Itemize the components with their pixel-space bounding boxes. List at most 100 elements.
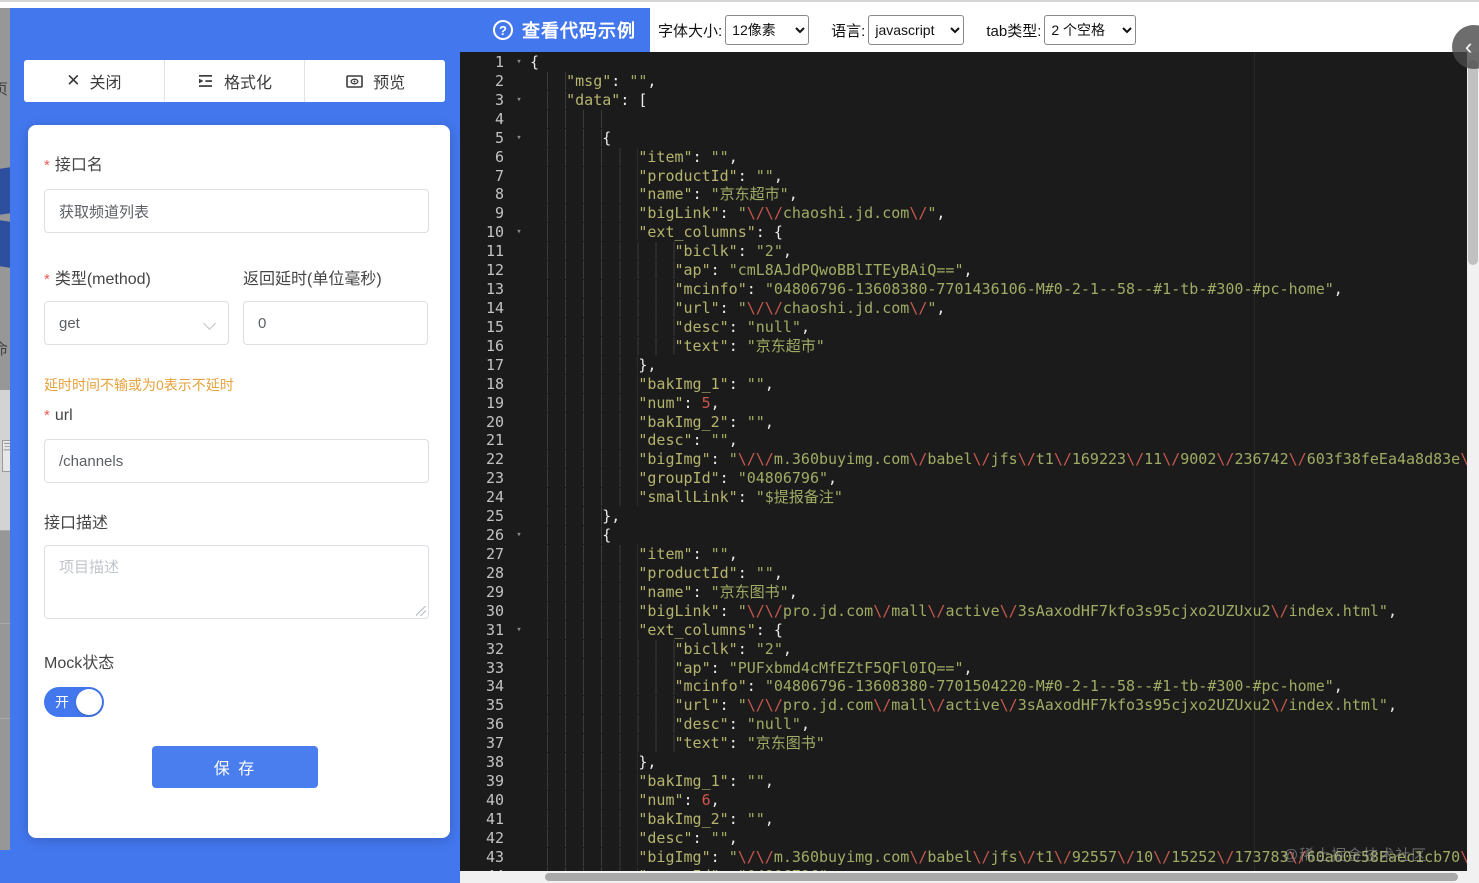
code-text[interactable]: { bbox=[530, 128, 1467, 148]
code-line[interactable]: 27 "item": "", bbox=[460, 544, 1467, 564]
font-size-select[interactable]: 12像素 bbox=[725, 15, 810, 45]
close-button[interactable]: ✕ 关闭 bbox=[24, 60, 164, 102]
horizontal-scrollbar[interactable] bbox=[460, 871, 1467, 883]
code-text[interactable]: "ext_columns": { bbox=[530, 620, 1467, 640]
code-line[interactable]: 1 ▾{ bbox=[460, 53, 1467, 72]
method-select[interactable]: get bbox=[44, 301, 229, 345]
vertical-scrollbar-thumb[interactable] bbox=[1468, 60, 1478, 265]
code-line[interactable]: 31 ▾ "ext_columns": { bbox=[460, 620, 1467, 640]
code-text[interactable]: "text": "京东图书" bbox=[530, 734, 1467, 753]
code-text[interactable]: "data": [ bbox=[530, 90, 1467, 110]
code-line[interactable]: 26 ▾ { bbox=[460, 526, 1467, 545]
code-line[interactable]: 23 "groupId": "04806796", bbox=[460, 469, 1467, 488]
code-line[interactable]: 30 "bigLink": "\/\/pro.jd.com\/mall\/act… bbox=[460, 601, 1467, 621]
code-line[interactable]: 2 "msg": "", bbox=[460, 71, 1467, 91]
code-text[interactable]: "smallLink": "$提报备注" bbox=[530, 488, 1467, 507]
code-line[interactable]: 5 ▾ { bbox=[460, 128, 1467, 148]
code-line[interactable]: 7 "productId": "", bbox=[460, 166, 1467, 186]
code-text[interactable]: "biclk": "2", bbox=[530, 639, 1467, 659]
code-text[interactable]: }, bbox=[530, 355, 1467, 375]
delay-input[interactable] bbox=[243, 301, 428, 345]
code-line[interactable]: 22 "bigImg": "\/\/m.360buyimg.com\/babel… bbox=[460, 450, 1467, 469]
code-line[interactable]: 25 }, bbox=[460, 507, 1467, 526]
code-text[interactable]: "url": "\/\/chaoshi.jd.com\/", bbox=[530, 298, 1467, 318]
url-input[interactable] bbox=[44, 439, 429, 483]
code-line[interactable]: 41 "bakImg_2": "", bbox=[460, 809, 1467, 829]
code-text[interactable]: "url": "\/\/pro.jd.com\/mall\/active\/3s… bbox=[530, 696, 1467, 715]
code-line[interactable]: 6 "item": "", bbox=[460, 147, 1467, 167]
code-text[interactable]: }, bbox=[530, 507, 1467, 526]
code-text[interactable]: "biclk": "2", bbox=[530, 242, 1467, 261]
code-line[interactable]: 19 "num": 5, bbox=[460, 393, 1467, 413]
format-button[interactable]: 格式化 bbox=[163, 60, 305, 102]
code-line[interactable]: 20 "bakImg_2": "", bbox=[460, 412, 1467, 432]
code-line[interactable]: 14 "url": "\/\/chaoshi.jd.com\/", bbox=[460, 298, 1467, 318]
code-text[interactable]: "text": "京东超市" bbox=[530, 336, 1467, 356]
code-text[interactable]: "ap": "PUFxbmd4cMfEZtF5QFl0IQ==", bbox=[530, 658, 1467, 678]
mock-status-toggle[interactable]: 开 bbox=[44, 687, 104, 717]
code-text[interactable]: "num": 6, bbox=[530, 790, 1467, 810]
code-line[interactable]: 38 }, bbox=[460, 753, 1467, 772]
fold-arrow-icon[interactable]: ▾ bbox=[510, 53, 528, 72]
code-text[interactable]: "mcinfo": "04806796-13608380-7701436106-… bbox=[530, 280, 1467, 299]
code-line[interactable]: 39 "bakImg_1": "", bbox=[460, 772, 1467, 791]
code-text[interactable]: "desc": "null", bbox=[530, 317, 1467, 337]
code-text[interactable]: "productId": "", bbox=[530, 563, 1467, 583]
code-line[interactable]: 15 "desc": "null", bbox=[460, 317, 1467, 337]
code-text[interactable]: "item": "", bbox=[530, 147, 1467, 167]
code-line[interactable]: 33 "ap": "PUFxbmd4cMfEZtF5QFl0IQ==", bbox=[460, 658, 1467, 678]
api-name-input[interactable] bbox=[44, 189, 429, 233]
code-text[interactable]: "bakImg_2": "", bbox=[530, 412, 1467, 432]
fold-arrow-icon[interactable]: ▾ bbox=[510, 621, 528, 640]
code-line[interactable]: 11 "biclk": "2", bbox=[460, 242, 1467, 261]
fold-arrow-icon[interactable]: ▾ bbox=[510, 223, 528, 242]
code-text[interactable]: "bigLink": "\/\/pro.jd.com\/mall\/active… bbox=[530, 601, 1467, 621]
help-circle-icon[interactable]: ? bbox=[493, 20, 513, 40]
code-line[interactable]: 3 ▾ "data": [ bbox=[460, 90, 1467, 110]
vertical-scrollbar[interactable] bbox=[1467, 52, 1479, 871]
code-line[interactable]: 18 "bakImg_1": "", bbox=[460, 374, 1467, 394]
code-text[interactable]: "productId": "", bbox=[530, 166, 1467, 186]
code-text[interactable]: "num": 5, bbox=[530, 393, 1467, 413]
code-text[interactable]: "bakImg_2": "", bbox=[530, 809, 1467, 829]
code-text[interactable]: "groupId": "04806796", bbox=[530, 469, 1467, 488]
code-text[interactable]: "name": "京东超市", bbox=[530, 185, 1467, 204]
code-text[interactable]: }, bbox=[530, 753, 1467, 772]
tab-type-select[interactable]: 2 个空格 bbox=[1044, 15, 1137, 45]
fold-arrow-icon[interactable]: ▾ bbox=[510, 526, 528, 545]
save-button[interactable]: 保 存 bbox=[152, 746, 318, 788]
code-line[interactable]: 28 "productId": "", bbox=[460, 563, 1467, 583]
fold-arrow-icon[interactable]: ▾ bbox=[510, 91, 528, 110]
code-line[interactable]: 17 }, bbox=[460, 355, 1467, 375]
code-text[interactable]: "desc": "null", bbox=[530, 715, 1467, 734]
code-line[interactable]: 12 "ap": "cmL8AJdPQwoBBlITEyBAiQ==", bbox=[460, 261, 1467, 280]
code-text[interactable]: "bakImg_1": "", bbox=[530, 772, 1467, 791]
code-text[interactable] bbox=[530, 109, 1467, 129]
code-text[interactable]: { bbox=[530, 526, 1467, 545]
horizontal-scrollbar-thumb[interactable] bbox=[545, 873, 1458, 881]
code-line[interactable]: 37 "text": "京东图书" bbox=[460, 734, 1467, 753]
code-line[interactable]: 35 "url": "\/\/pro.jd.com\/mall\/active\… bbox=[460, 696, 1467, 715]
code-line[interactable]: 29 "name": "京东图书", bbox=[460, 582, 1467, 602]
fold-arrow-icon[interactable]: ▾ bbox=[510, 129, 528, 148]
code-editor[interactable]: 1 ▾{2 "msg": "", 3 ▾ "data": [4 5 ▾ {6 "item… bbox=[460, 52, 1467, 883]
code-text[interactable]: "bigLink": "\/\/chaoshi.jd.com\/", bbox=[530, 204, 1467, 223]
code-line[interactable]: 9 "bigLink": "\/\/chaoshi.jd.com\/", bbox=[460, 204, 1467, 223]
preview-button[interactable]: 预览 bbox=[304, 60, 446, 102]
code-line[interactable]: 4 bbox=[460, 109, 1467, 129]
code-text[interactable]: "name": "京东图书", bbox=[530, 582, 1467, 602]
code-line[interactable]: 8 "name": "京东超市", bbox=[460, 185, 1467, 204]
code-text[interactable]: "desc": "", bbox=[530, 431, 1467, 450]
code-text[interactable]: "ext_columns": { bbox=[530, 223, 1467, 242]
code-text[interactable]: "msg": "", bbox=[530, 71, 1467, 91]
code-text[interactable]: "mcinfo": "04806796-13608380-7701504220-… bbox=[530, 677, 1467, 696]
code-line[interactable]: 16 "text": "京东超市" bbox=[460, 336, 1467, 356]
resize-handle-icon[interactable] bbox=[416, 606, 426, 616]
code-line[interactable]: 32 "biclk": "2", bbox=[460, 639, 1467, 659]
code-text[interactable]: "ap": "cmL8AJdPQwoBBlITEyBAiQ==", bbox=[530, 261, 1467, 280]
code-line[interactable]: 36 "desc": "null", bbox=[460, 715, 1467, 734]
code-line[interactable]: 34 "mcinfo": "04806796-13608380-77015042… bbox=[460, 677, 1467, 696]
code-text[interactable]: "item": "", bbox=[530, 544, 1467, 564]
code-line[interactable]: 40 "num": 6, bbox=[460, 790, 1467, 810]
code-line[interactable]: 24 "smallLink": "$提报备注" bbox=[460, 488, 1467, 507]
